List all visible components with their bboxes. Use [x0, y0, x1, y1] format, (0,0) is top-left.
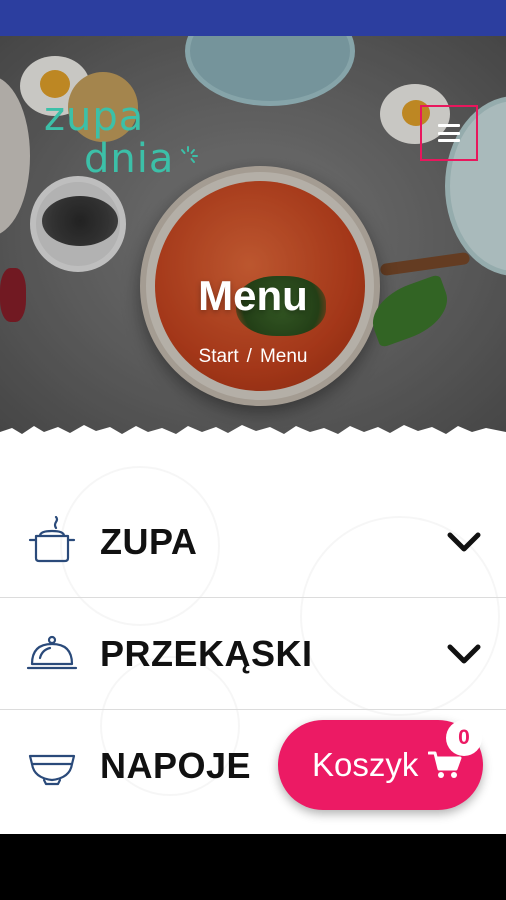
cloche-icon: [26, 635, 78, 669]
page-title: Menu: [198, 272, 308, 319]
cart-label: Koszyk: [312, 746, 419, 783]
sun-icon: [181, 146, 198, 163]
cart-count-badge: 0: [446, 720, 482, 756]
chevron-down-icon[interactable]: [444, 527, 484, 557]
hero-banner: zupa dnia Menu Start / Menu: [0, 36, 506, 436]
logo-text-top: zupa: [44, 94, 145, 140]
category-row-zupa[interactable]: ZUPA: [0, 486, 506, 598]
category-label: ZUPA: [100, 520, 198, 562]
breadcrumb-current: Menu: [259, 346, 308, 367]
status-bar: [0, 0, 506, 36]
category-label: NAPOJE: [100, 745, 252, 786]
logo-text-bottom: dnia: [84, 136, 175, 182]
breadcrumb-separator: /: [246, 346, 252, 367]
breadcrumb: Start / Menu: [0, 346, 506, 368]
menu-toggle-button[interactable]: [420, 105, 478, 161]
chevron-down-icon[interactable]: [444, 639, 484, 669]
category-row-przekaski[interactable]: PRZEKĄSKI: [0, 598, 506, 710]
brand-logo[interactable]: zupa dnia: [44, 94, 198, 206]
breadcrumb-home-link[interactable]: Start: [199, 346, 239, 367]
app-screen: zupa dnia Menu Start / Menu ZUPA PRZEKĄS…: [0, 0, 506, 900]
system-navigation-bar: [0, 834, 506, 900]
hamburger-icon: [438, 124, 460, 142]
category-label: PRZEKĄSKI: [100, 632, 313, 674]
bowl-icon: [28, 754, 76, 786]
pot-icon: [28, 515, 76, 562]
